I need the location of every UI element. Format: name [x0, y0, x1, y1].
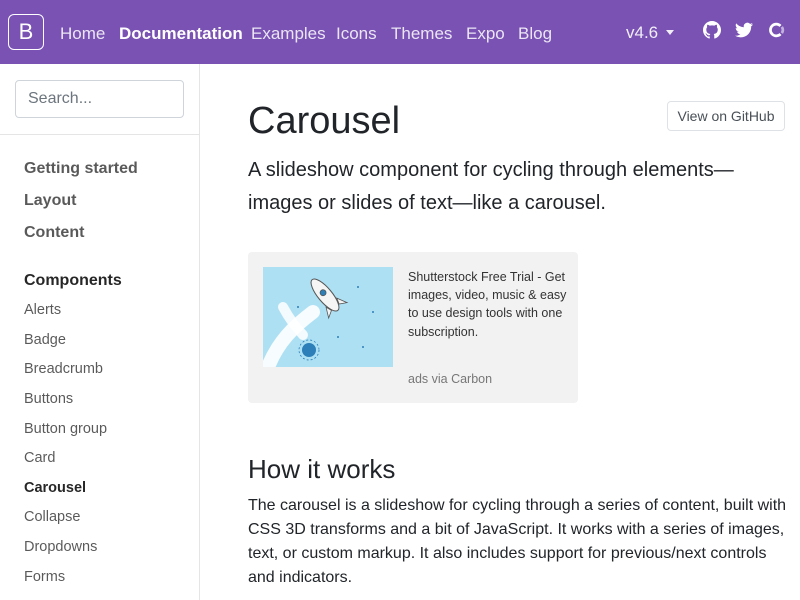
nav-blog[interactable]: Blog	[518, 24, 552, 44]
page-lead: A slideshow component for cycling throug…	[248, 159, 734, 214]
ads-via-carbon-link[interactable]: ads via Carbon	[408, 372, 492, 386]
rocket-illustration	[263, 267, 393, 367]
view-on-github-button[interactable]: View on GitHub	[667, 101, 785, 131]
sidebar-item-card[interactable]: Card	[24, 449, 55, 467]
sidebar-item-buttons[interactable]: Buttons	[24, 390, 73, 408]
version-dropdown[interactable]: v4.6	[626, 23, 658, 43]
top-navbar: B Home Documentation Examples Icons Them…	[0, 0, 800, 64]
search-input[interactable]	[15, 80, 184, 118]
twitter-icon[interactable]	[735, 21, 753, 39]
nav-icons[interactable]: Icons	[336, 24, 377, 44]
sidebar-item-collapse[interactable]: Collapse	[24, 508, 80, 526]
sidebar-group-components[interactable]: Components	[24, 271, 122, 291]
sidebar-group-layout[interactable]: Layout	[24, 191, 76, 211]
nav-examples[interactable]: Examples	[251, 24, 326, 44]
sidebar-item-button-group[interactable]: Button group	[24, 420, 107, 438]
nav-documentation[interactable]: Documentation	[119, 24, 243, 44]
opencollective-icon[interactable]	[767, 21, 785, 39]
caret-down-icon[interactable]	[666, 30, 674, 35]
sidebar-item-dropdowns[interactable]: Dropdowns	[24, 538, 97, 556]
sidebar-item-forms[interactable]: Forms	[24, 568, 65, 586]
bootstrap-logo[interactable]: B	[8, 14, 44, 50]
section-title-how-it-works: How it works	[248, 454, 396, 484]
docs-sidebar: Getting started Layout Content Component…	[0, 64, 200, 600]
section-body: The carousel is a slideshow for cycling …	[248, 497, 787, 586]
sidebar-item-badge[interactable]: Badge	[24, 331, 66, 349]
sidebar-item-breadcrumb[interactable]: Breadcrumb	[24, 360, 103, 378]
nav-expo[interactable]: Expo	[466, 24, 505, 44]
nav-home[interactable]: Home	[60, 24, 105, 44]
brand-letter: B	[18, 19, 34, 44]
ad-image[interactable]	[263, 267, 393, 367]
sidebar-group-content[interactable]: Content	[24, 223, 84, 243]
ad-text[interactable]: Shutterstock Free Trial - Get images, vi…	[408, 268, 568, 341]
sidebar-item-alerts[interactable]: Alerts	[24, 301, 61, 319]
carbon-ad: Shutterstock Free Trial - Get images, vi…	[248, 252, 578, 403]
nav-themes[interactable]: Themes	[391, 24, 452, 44]
page-title: Carousel	[248, 100, 401, 142]
search-area	[0, 64, 199, 135]
sidebar-item-carousel[interactable]: Carousel	[24, 479, 86, 497]
sidebar-group-getting-started[interactable]: Getting started	[24, 159, 138, 179]
github-icon[interactable]	[703, 21, 721, 39]
